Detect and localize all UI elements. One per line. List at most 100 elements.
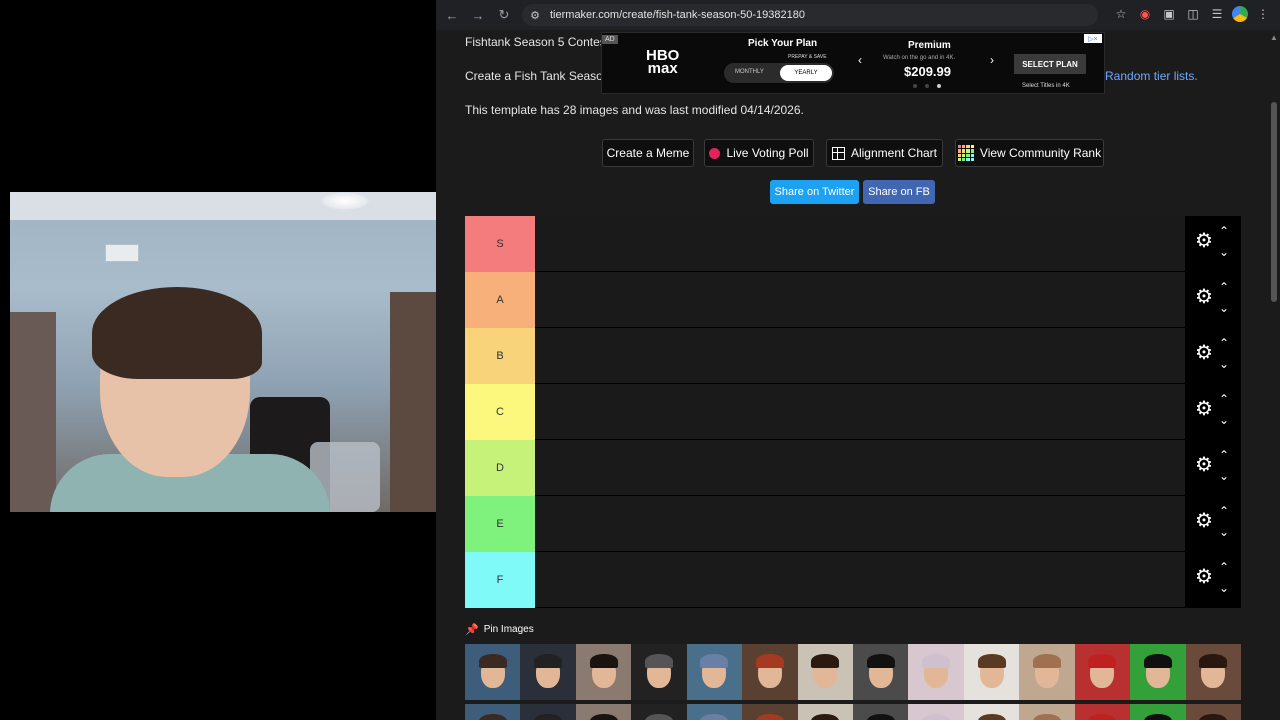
create-description-text: Create a Fish Tank Seaso — [465, 69, 603, 83]
tier-image-item[interactable] — [1130, 704, 1186, 720]
tier-image-item[interactable] — [1130, 644, 1186, 700]
chevron-up-icon[interactable]: ⌃ — [1219, 224, 1229, 238]
scrollbar-thumb[interactable] — [1271, 102, 1277, 302]
chevron-down-icon[interactable]: ⌄ — [1219, 357, 1229, 371]
gear-icon[interactable]: ⚙ — [1195, 511, 1213, 531]
gear-icon[interactable]: ⚙ — [1195, 399, 1213, 419]
tier-image-item[interactable] — [963, 704, 1020, 720]
tier-image-item[interactable] — [908, 644, 964, 700]
tier-image-item[interactable] — [575, 704, 632, 720]
chevron-down-icon[interactable]: ⌄ — [1219, 413, 1229, 427]
url-text[interactable]: tiermaker.com/create/fish-tank-season-50… — [550, 9, 805, 21]
share-twitter-button[interactable]: Share on Twitter — [770, 180, 859, 204]
tier-image-item[interactable] — [797, 644, 853, 700]
tier-image-item[interactable] — [1074, 644, 1131, 700]
tier-drop-zone[interactable] — [535, 384, 1185, 439]
gear-icon[interactable]: ⚙ — [1195, 567, 1213, 587]
tier-drop-zone[interactable] — [535, 496, 1185, 551]
tier-image-item[interactable] — [1019, 644, 1075, 700]
site-settings-icon[interactable]: ⚙ — [528, 8, 542, 22]
view-community-rank-button[interactable]: View Community Rank — [955, 139, 1104, 167]
tier-image-item[interactable] — [908, 704, 964, 720]
tier-label[interactable]: E — [465, 496, 535, 552]
ad-yearly-option[interactable]: YEARLY — [780, 65, 832, 81]
browser-window: ← → ↻ ⚙ tiermaker.com/create/fish-tank-s… — [436, 0, 1280, 720]
page-scrollbar[interactable]: ▲ — [1268, 30, 1280, 720]
ad-select-plan-button[interactable]: SELECT PLAN — [1014, 54, 1086, 74]
reload-icon[interactable]: ↻ — [494, 5, 514, 25]
tier-label[interactable]: D — [465, 440, 535, 496]
chevron-up-icon[interactable]: ⌃ — [1219, 392, 1229, 406]
tier-image-item[interactable] — [852, 644, 909, 700]
chevron-right-icon[interactable]: › — [990, 53, 994, 67]
tier-label[interactable]: S — [465, 216, 535, 272]
tier-image-item[interactable] — [631, 704, 687, 720]
ad-monthly-option[interactable]: MONTHLY — [735, 69, 764, 75]
ad-prepay-text: PREPAY & SAVE — [788, 54, 827, 60]
hbo-max-ad-banner[interactable]: AD HBO max Pick Your Plan PREPAY & SAVE … — [601, 32, 1105, 94]
tier-label[interactable]: C — [465, 384, 535, 440]
tier-drop-zone[interactable] — [535, 440, 1185, 495]
tier-image-item[interactable] — [465, 644, 521, 700]
tier-image-item[interactable] — [1074, 704, 1131, 720]
tier-drop-zone[interactable] — [535, 552, 1185, 607]
chevron-down-icon[interactable]: ⌄ — [1219, 245, 1229, 259]
ad-choices-icon[interactable]: ▷× — [1084, 34, 1102, 43]
tier-drop-zone[interactable] — [535, 328, 1185, 383]
alignment-chart-button[interactable]: Alignment Chart — [826, 139, 943, 167]
ad-plan-name: Premium — [908, 40, 951, 51]
live-voting-poll-button[interactable]: Live Voting Poll — [704, 139, 814, 167]
arrow-right-icon[interactable]: → — [468, 5, 488, 25]
tier-image-item[interactable] — [852, 704, 909, 720]
chevron-down-icon[interactable]: ⌄ — [1219, 301, 1229, 315]
create-meme-button[interactable]: Create a Meme — [602, 139, 694, 167]
tier-image-item[interactable] — [963, 644, 1020, 700]
gear-icon[interactable]: ⚙ — [1195, 287, 1213, 307]
tier-label[interactable]: F — [465, 552, 535, 608]
tier-label[interactable]: A — [465, 272, 535, 328]
tier-image-item[interactable] — [797, 704, 853, 720]
chevron-left-icon[interactable]: ‹ — [858, 53, 862, 67]
gear-icon[interactable]: ⚙ — [1195, 343, 1213, 363]
chevron-up-icon[interactable]: ⌃ — [1219, 560, 1229, 574]
scroll-up-icon[interactable]: ▲ — [1270, 33, 1278, 42]
tier-label[interactable]: B — [465, 328, 535, 384]
side-panel-icon[interactable]: ◫ — [1184, 5, 1202, 23]
share-facebook-button[interactable]: Share on FB — [863, 180, 935, 204]
random-tier-lists-link[interactable]: Random tier lists. — [1105, 69, 1198, 83]
gear-icon[interactable]: ⚙ — [1195, 231, 1213, 251]
tier-image-item[interactable] — [1185, 704, 1241, 720]
tier-image-item[interactable] — [686, 644, 743, 700]
extensions-puzzle-icon[interactable]: ▣ — [1160, 5, 1178, 23]
tier-controls: ⚙ ⌃ ⌄ — [1185, 216, 1241, 271]
gear-icon[interactable]: ⚙ — [1195, 455, 1213, 475]
bookmark-star-icon[interactable]: ☆ — [1112, 5, 1130, 23]
pin-images-toggle[interactable]: 📌 Pin Images — [465, 623, 534, 636]
tier-drop-zone[interactable] — [535, 272, 1185, 327]
tier-image-item[interactable] — [520, 704, 576, 720]
media-control-icon[interactable]: ☰ — [1208, 5, 1226, 23]
ad-billing-toggle[interactable]: MONTHLY YEARLY — [724, 63, 834, 83]
tier-image-item[interactable] — [631, 644, 687, 700]
chevron-down-icon[interactable]: ⌄ — [1219, 469, 1229, 483]
chevron-up-icon[interactable]: ⌃ — [1219, 336, 1229, 350]
tier-image-item[interactable] — [520, 644, 576, 700]
chevron-up-icon[interactable]: ⌃ — [1219, 504, 1229, 518]
chevron-down-icon[interactable]: ⌄ — [1219, 525, 1229, 539]
profile-avatar[interactable] — [1232, 6, 1248, 22]
arrow-left-icon[interactable]: ← — [442, 5, 462, 25]
browser-menu-icon[interactable]: ⋮ — [1254, 5, 1272, 23]
chevron-up-icon[interactable]: ⌃ — [1219, 448, 1229, 462]
address-bar[interactable]: ⚙ tiermaker.com/create/fish-tank-season-… — [522, 4, 1098, 26]
chevron-up-icon[interactable]: ⌃ — [1219, 280, 1229, 294]
tier-image-item[interactable] — [1185, 644, 1241, 700]
tier-image-item[interactable] — [742, 644, 798, 700]
tier-image-item[interactable] — [686, 704, 743, 720]
tier-image-item[interactable] — [742, 704, 798, 720]
tier-image-item[interactable] — [575, 644, 632, 700]
chevron-down-icon[interactable]: ⌄ — [1219, 581, 1229, 595]
tier-image-item[interactable] — [465, 704, 521, 720]
tier-image-item[interactable] — [1019, 704, 1075, 720]
tier-drop-zone[interactable] — [535, 216, 1185, 271]
extension-badge-icon[interactable]: ◉ — [1136, 5, 1154, 23]
